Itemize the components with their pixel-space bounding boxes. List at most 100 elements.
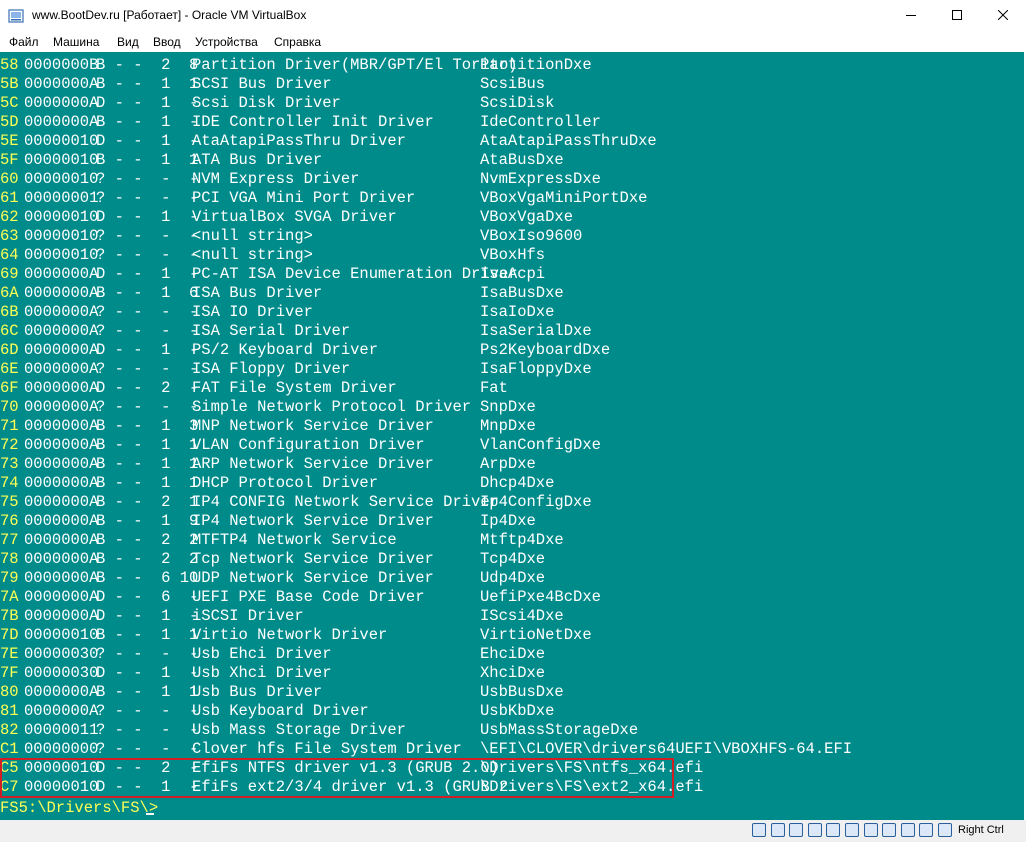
menu-devices[interactable]: Устройства [195, 35, 258, 49]
driver-name: MNP Network Service Driver [192, 417, 434, 435]
text-cursor [146, 813, 154, 815]
driver-name: ISA Bus Driver [192, 284, 323, 302]
driver-id: 71 [0, 417, 19, 435]
driver-version: 0000000A [24, 474, 99, 492]
driver-version: 00000010 [24, 208, 99, 226]
menu-input[interactable]: Ввод [153, 35, 181, 49]
usb-icon[interactable] [826, 823, 841, 837]
driver-name: Clover hfs File System Driver [192, 740, 462, 758]
driver-image: VBoxVgaMiniPortDxe [480, 189, 648, 207]
driver-image: AtaBusDxe [480, 151, 564, 169]
keyboard-icon[interactable] [938, 823, 952, 837]
driver-image: Mtftp4Dxe [480, 531, 564, 549]
driver-id: 79 [0, 569, 19, 587]
driver-flags: D - - 1 - [96, 265, 199, 283]
driver-name: UEFI PXE Base Code Driver [192, 588, 425, 606]
driver-version: 0000000A [24, 569, 99, 587]
driver-flags: B - - 1 1 [96, 75, 199, 93]
driver-version: 0000000A [24, 303, 99, 321]
audio-icon[interactable] [789, 823, 804, 837]
maximize-button[interactable] [934, 0, 980, 32]
driver-id: 6D [0, 341, 19, 359]
driver-flags: B - - 1 - [96, 113, 199, 131]
driver-id: 82 [0, 721, 19, 739]
driver-image: XhciDxe [480, 664, 546, 682]
driver-version: 00000010 [24, 626, 99, 644]
driver-name: ATA Bus Driver [192, 151, 323, 169]
driver-name: Scsi Disk Driver [192, 94, 341, 112]
driver-version: 0000000A [24, 398, 99, 416]
driver-name: FAT File System Driver [192, 379, 397, 397]
vm-console-screen[interactable]: 58 0000000B B - - 2 8 Partition Driver(MBR/… [0, 52, 1024, 820]
menu-machine[interactable]: Машина [53, 35, 99, 49]
driver-image: UefiPxe4BcDxe [480, 588, 601, 606]
driver-name: PS/2 Keyboard Driver [192, 341, 379, 359]
driver-flags: B - - 1 3 [96, 417, 199, 435]
driver-id: 6A [0, 284, 19, 302]
driver-flags: B - - 1 1 [96, 626, 199, 644]
cpu-icon[interactable] [900, 823, 915, 837]
virtualbox-icon [8, 8, 24, 24]
video-capture-icon[interactable] [882, 823, 897, 837]
close-button[interactable] [980, 0, 1026, 32]
driver-id: 58 [0, 56, 19, 74]
title-bar: www.BootDev.ru [Работает] - Oracle VM Vi… [0, 0, 1026, 32]
minimize-button[interactable] [888, 0, 934, 32]
driver-image: UsbMassStorageDxe [480, 721, 639, 739]
driver-version: 0000000A [24, 493, 99, 511]
driver-image: NvmExpressDxe [480, 170, 601, 188]
driver-id: 6E [0, 360, 19, 378]
driver-name: Simple Network Protocol Driver [192, 398, 472, 416]
driver-image: EhciDxe [480, 645, 546, 663]
driver-flags: B - - 2 8 [96, 56, 199, 74]
driver-image: IsaBusDxe [480, 284, 564, 302]
menu-file[interactable]: Файл [9, 35, 39, 49]
driver-flags: B - - 1 1 [96, 683, 199, 701]
driver-version: 0000000A [24, 455, 99, 473]
driver-name: IDE Controller Init Driver [192, 113, 434, 131]
driver-id: 75 [0, 493, 19, 511]
driver-image: VBoxHfs [480, 246, 546, 264]
driver-version: 0000000A [24, 531, 99, 549]
status-bar: Right Ctrl [0, 820, 1026, 842]
shell-prompt: FS5:\Drivers\FS\> [0, 799, 159, 817]
host-key-label: Right Ctrl [958, 824, 1004, 836]
driver-id: 73 [0, 455, 19, 473]
driver-id: 7A [0, 588, 19, 606]
driver-image: VlanConfigDxe [480, 436, 601, 454]
driver-image: ScsiDisk [480, 94, 555, 112]
driver-flags: B - - 2 1 [96, 493, 199, 511]
driver-id: 74 [0, 474, 19, 492]
driver-flags: B - - 1 9 [96, 512, 199, 530]
driver-image: UsbKbDxe [480, 702, 555, 720]
driver-version: 0000000A [24, 702, 99, 720]
maximize-icon [952, 7, 962, 25]
driver-id: 7B [0, 607, 19, 625]
driver-flags: ? - - - - [96, 246, 199, 264]
menu-view[interactable]: Вид [117, 35, 139, 49]
driver-version: 0000000A [24, 550, 99, 568]
driver-image: MnpDxe [480, 417, 536, 435]
driver-flags: ? - - - - [96, 170, 199, 188]
hard-disk-icon[interactable] [752, 823, 766, 837]
driver-flags: ? - - - - [96, 189, 199, 207]
driver-id: 64 [0, 246, 19, 264]
driver-name: SCSI Bus Driver [192, 75, 332, 93]
driver-flags: D - - 1 - [96, 208, 199, 226]
driver-id: 5F [0, 151, 19, 169]
driver-version: 0000000A [24, 683, 99, 701]
driver-version: 0000000A [24, 379, 99, 397]
menu-help[interactable]: Справка [274, 35, 321, 49]
driver-id: 69 [0, 265, 19, 283]
driver-image: Ps2KeyboardDxe [480, 341, 611, 359]
driver-version: 0000000A [24, 284, 99, 302]
driver-name: Partition Driver(MBR/GPT/El Torito) [192, 56, 518, 74]
driver-version: 0000000B [24, 56, 99, 74]
optical-disk-icon[interactable] [770, 823, 785, 837]
driver-version: 00000030 [24, 664, 99, 682]
shared-folders-icon[interactable] [845, 823, 859, 837]
mouse-integration-icon[interactable] [919, 823, 934, 837]
driver-image: VBoxIso9600 [480, 227, 583, 245]
display-icon[interactable] [863, 823, 878, 837]
network-icon[interactable] [807, 823, 822, 837]
